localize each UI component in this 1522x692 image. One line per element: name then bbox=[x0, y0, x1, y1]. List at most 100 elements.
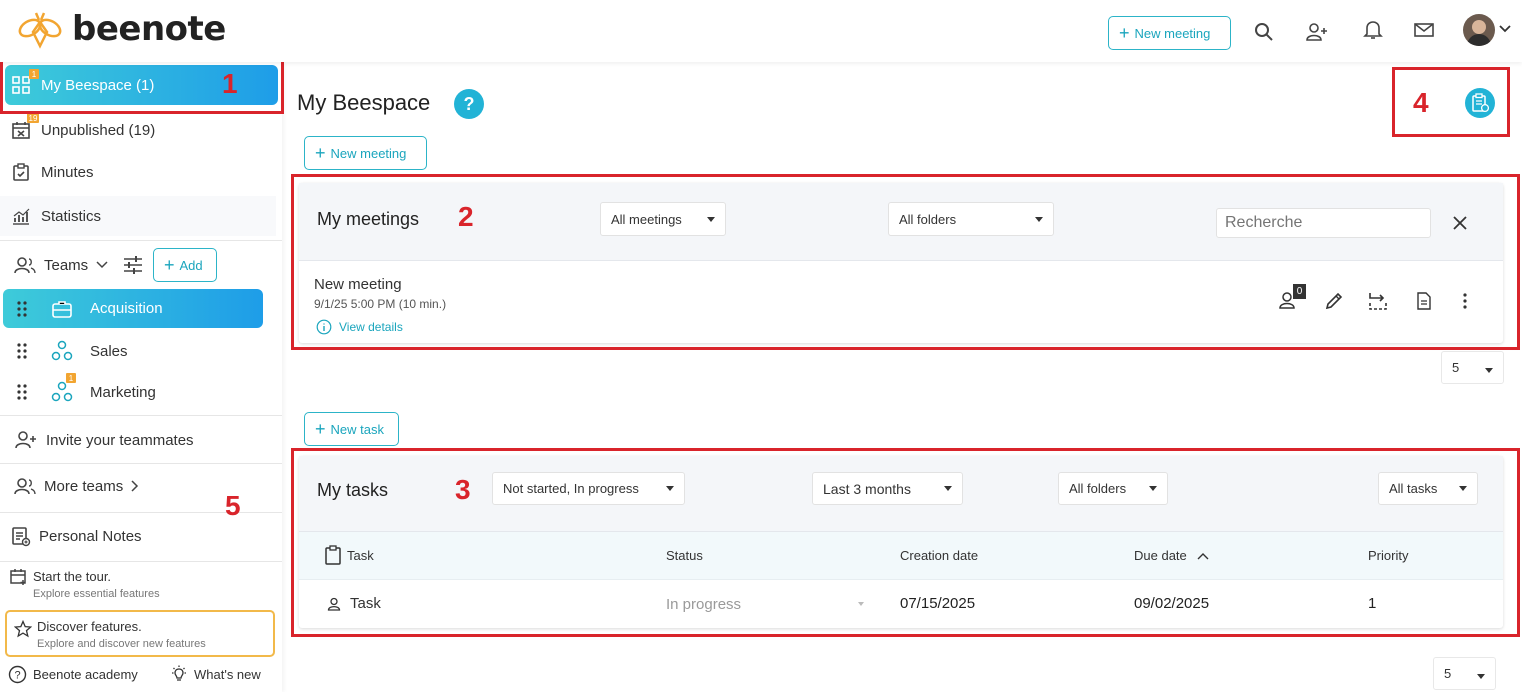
column-header-priority[interactable]: Priority bbox=[1368, 548, 1408, 563]
view-details-link[interactable]: View details bbox=[316, 319, 403, 335]
divider bbox=[0, 561, 282, 562]
academy-label: Beenote academy bbox=[33, 666, 138, 682]
dropdown-value: All folders bbox=[899, 211, 957, 227]
due-date-cell: 09/02/2025 bbox=[1134, 595, 1210, 612]
chevron-down-icon[interactable] bbox=[1499, 25, 1511, 33]
page-title: My Beespace bbox=[297, 90, 431, 115]
status-value: In progress bbox=[666, 595, 742, 613]
caret-down-icon bbox=[1149, 486, 1157, 491]
top-bar: beenote + New meeting bbox=[0, 0, 1522, 62]
search-input[interactable] bbox=[1216, 208, 1431, 238]
caret-down-icon bbox=[1035, 216, 1043, 222]
clipboard-settings-button[interactable] bbox=[1465, 88, 1495, 118]
participants-button[interactable]: 0 bbox=[1278, 284, 1306, 309]
calendar-plus-icon bbox=[10, 568, 28, 586]
whats-new-link[interactable]: What's new bbox=[170, 664, 261, 684]
more-vertical-icon[interactable] bbox=[1462, 291, 1468, 311]
invite-teammates-link[interactable]: Invite your teammates bbox=[14, 428, 194, 452]
sidebar-item-acquisition[interactable]: Acquisition bbox=[3, 289, 263, 328]
task-folders-filter-dropdown[interactable]: All folders bbox=[1058, 472, 1168, 505]
add-team-label: Add bbox=[179, 257, 203, 273]
teams-toggle[interactable]: Teams bbox=[14, 253, 108, 277]
notes-icon bbox=[11, 525, 31, 547]
caret-down-icon bbox=[944, 486, 952, 491]
search-icon[interactable] bbox=[1251, 19, 1277, 45]
column-header-task[interactable]: Task bbox=[324, 545, 374, 565]
folders-filter-dropdown[interactable]: All folders bbox=[888, 202, 1054, 236]
help-button[interactable]: ? bbox=[454, 89, 484, 119]
tasks-title: My tasks bbox=[317, 480, 389, 500]
task-name: Task bbox=[350, 595, 381, 612]
tasks-panel: My tasks Not started, In progress Last 3… bbox=[299, 456, 1503, 628]
avatar[interactable] bbox=[1463, 14, 1495, 46]
close-icon[interactable] bbox=[1452, 215, 1468, 231]
mail-icon[interactable] bbox=[1411, 17, 1437, 43]
task-status-filter-dropdown[interactable]: Not started, In progress bbox=[492, 472, 685, 505]
move-meeting-icon[interactable] bbox=[1367, 291, 1389, 311]
annotation-label-1: 1 bbox=[222, 68, 238, 99]
add-team-button[interactable]: + Add bbox=[153, 248, 217, 282]
beenote-academy-link[interactable]: ? Beenote academy bbox=[8, 664, 138, 684]
drag-handle-icon[interactable] bbox=[17, 343, 31, 359]
edit-pencil-icon[interactable] bbox=[1324, 291, 1344, 311]
column-header-label: Task bbox=[347, 547, 374, 563]
personal-notes-link[interactable]: Personal Notes bbox=[11, 524, 142, 548]
dropdown-value: All tasks bbox=[1389, 481, 1438, 496]
meeting-name[interactable]: New meeting bbox=[314, 276, 402, 293]
tour-subtitle: Explore essential features bbox=[33, 588, 160, 600]
sidebar-item-sales[interactable]: Sales bbox=[17, 339, 128, 363]
add-user-icon[interactable] bbox=[1304, 19, 1330, 45]
meeting-datetime: 9/1/25 5:00 PM (10 min.) bbox=[314, 297, 447, 311]
drag-handle-icon[interactable] bbox=[17, 384, 31, 400]
new-meeting-button[interactable]: + New meeting bbox=[1108, 16, 1231, 50]
new-task-label: New task bbox=[330, 421, 384, 437]
sidebar-item-unpublished[interactable]: 19 Unpublished (19) bbox=[11, 113, 155, 142]
grid-icon: 1 bbox=[11, 69, 39, 95]
column-header-status[interactable]: Status bbox=[666, 548, 703, 563]
status-select[interactable]: In progress bbox=[666, 593, 866, 615]
task-cell[interactable]: Task bbox=[327, 595, 381, 612]
new-task-button[interactable]: + New task bbox=[304, 412, 399, 446]
sidebar-item-label: My Beespace (1) bbox=[41, 76, 155, 94]
bell-icon[interactable] bbox=[1360, 17, 1386, 43]
task-type-filter-dropdown[interactable]: All tasks bbox=[1378, 472, 1478, 505]
meetings-filter-dropdown[interactable]: All meetings bbox=[600, 202, 726, 236]
users-icon bbox=[14, 477, 36, 495]
filter-settings-icon[interactable] bbox=[122, 254, 144, 276]
sidebar-item-statistics[interactable]: Statistics bbox=[11, 204, 101, 228]
annotation-label-2: 2 bbox=[458, 201, 474, 232]
discover-title: Discover features. bbox=[37, 619, 142, 634]
meetings-page-size-dropdown[interactable]: 5 bbox=[1441, 351, 1504, 384]
column-header-label: Due date bbox=[1134, 548, 1187, 563]
teams-label: Teams bbox=[44, 256, 89, 274]
lightbulb-icon bbox=[170, 665, 188, 683]
users-icon bbox=[14, 256, 36, 274]
column-header-creation-date[interactable]: Creation date bbox=[900, 548, 978, 563]
user-icon bbox=[327, 597, 341, 611]
chevron-down-icon bbox=[96, 261, 108, 269]
column-header-due-date[interactable]: Due date bbox=[1134, 548, 1209, 563]
team-circles-icon bbox=[51, 340, 73, 362]
sidebar-item-label: Minutes bbox=[41, 163, 94, 181]
task-range-filter-dropdown[interactable]: Last 3 months bbox=[812, 472, 963, 505]
discover-features-card[interactable]: Discover features. Explore and discover … bbox=[5, 610, 275, 657]
document-icon[interactable] bbox=[1416, 291, 1432, 311]
briefcase-icon bbox=[51, 299, 73, 319]
priority-cell: 1 bbox=[1368, 595, 1377, 612]
more-teams-link[interactable]: More teams bbox=[14, 474, 139, 498]
logo[interactable]: beenote bbox=[16, 8, 226, 50]
clipboard-icon bbox=[1471, 93, 1489, 113]
notification-badge: 19 bbox=[27, 113, 39, 123]
team-label: Marketing bbox=[90, 383, 156, 401]
star-icon bbox=[14, 620, 32, 638]
notification-badge: 1 bbox=[66, 373, 76, 383]
table-row[interactable]: Task In progress 07/15/2025 09/02/2025 1 bbox=[299, 581, 1503, 625]
drag-handle-icon[interactable] bbox=[17, 300, 31, 317]
tasks-page-size-dropdown[interactable]: 5 bbox=[1433, 657, 1496, 690]
meetings-panel: My meetings All meetings All folders New… bbox=[299, 183, 1503, 343]
personal-notes-label: Personal Notes bbox=[39, 527, 142, 545]
annotation-label-5: 5 bbox=[225, 490, 241, 521]
new-meeting-main-button[interactable]: + New meeting bbox=[304, 136, 427, 170]
sidebar-item-minutes[interactable]: Minutes bbox=[11, 160, 94, 184]
sidebar-item-marketing[interactable]: 1 Marketing bbox=[17, 373, 156, 404]
